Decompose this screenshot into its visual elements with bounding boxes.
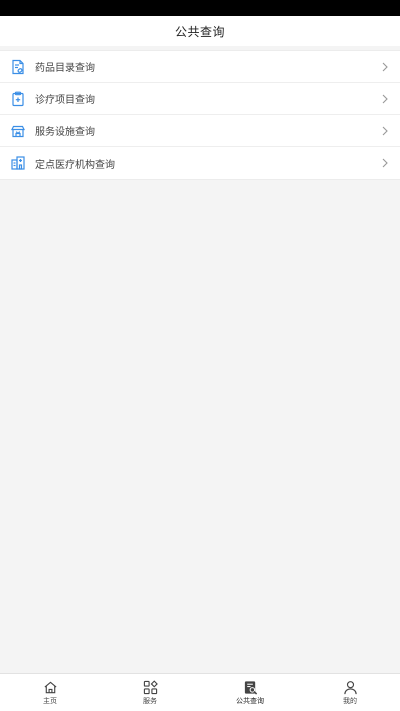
treatment-item-icon [9,90,27,108]
public-query-icon [242,679,258,695]
chevron-right-icon [380,158,390,168]
tab-home[interactable]: 主页 [0,674,100,711]
tab-profile[interactable]: 我的 [300,674,400,711]
page-title: 公共查询 [174,24,225,39]
tab-services[interactable]: 服务 [100,674,200,711]
chevron-right-icon [380,62,390,72]
profile-icon [342,679,358,695]
list-item-label: 定点医疗机构查询 [35,159,115,171]
list-item-label: 服务设施查询 [35,127,95,138]
tab-label: 公共查询 [236,697,264,705]
chevron-right-icon [380,126,390,136]
nav-bar: 公共查询 [0,16,400,46]
service-facility-icon [9,122,27,140]
list-item-service-facility[interactable]: 服务设施查询 [0,115,400,147]
list-item-medical-institution[interactable]: 定点医疗机构查询 [0,147,400,179]
tab-public-query[interactable]: 公共查询 [200,674,300,711]
services-grid-icon [142,679,158,695]
medical-institution-icon [9,154,27,172]
list-item-drug-catalog[interactable]: 药品目录查询 [0,51,400,83]
status-bar [0,0,400,16]
list-item-label: 诊疗项目查询 [35,95,95,106]
bottom-tab-bar: 主页 服务 公共查询 我的 [0,673,400,711]
tab-label: 服务 [143,697,157,705]
list-item-treatment-item[interactable]: 诊疗项目查询 [0,83,400,115]
home-icon [42,679,58,695]
drug-catalog-icon [9,58,27,76]
list-item-label: 药品目录查询 [35,63,95,74]
tab-label: 主页 [43,697,57,705]
tab-label: 我的 [343,697,357,705]
query-list: 药品目录查询 诊疗项目查询 服务设施查询 定点医疗机构查询 [0,50,400,180]
chevron-right-icon [380,94,390,104]
